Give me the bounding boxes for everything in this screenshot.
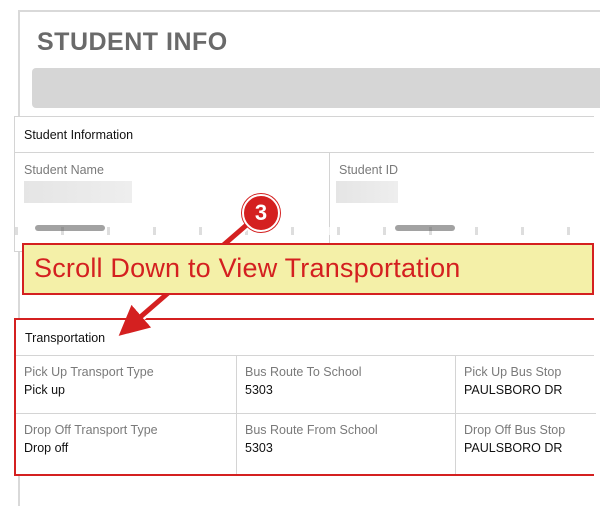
pick-up-bus-stop-field: Pick Up Bus Stop PAULSBORO DR (456, 356, 596, 414)
student-name-label: Student Name (24, 163, 104, 177)
bus-route-from-school-field: Bus Route From School 5303 (237, 414, 455, 472)
field-value: 5303 (245, 441, 273, 455)
step-number-badge: 3 (242, 194, 280, 232)
field-label: Bus Route From School (245, 423, 378, 437)
scroll-instruction-callout: Scroll Down to View Transportation (22, 243, 594, 295)
field-label: Pick Up Bus Stop (464, 365, 562, 379)
field-value: PAULSBORO DR (464, 441, 563, 455)
transportation-card: Transportation Pick Up Transport Type Pi… (14, 318, 596, 476)
student-information-grid: Student Name Student ID (15, 153, 595, 251)
field-value: PAULSBORO DR (464, 383, 563, 397)
transportation-header: Transportation (16, 320, 594, 356)
callout-text: Scroll Down to View Transportation (34, 253, 461, 283)
page-title: STUDENT INFO (37, 28, 228, 56)
field-value: Pick up (24, 383, 65, 397)
drop-off-transport-type-field: Drop Off Transport Type Drop off (16, 414, 236, 472)
column-divider (236, 356, 237, 474)
drop-off-bus-stop-field: Drop Off Bus Stop PAULSBORO DR (456, 414, 596, 472)
toolbar-bar (32, 68, 600, 108)
column-divider (455, 356, 456, 474)
student-name-field: Student Name (15, 153, 329, 251)
field-value: 5303 (245, 383, 273, 397)
field-value: Drop off (24, 441, 69, 455)
student-name-redacted-value (24, 181, 132, 203)
student-information-card: Student Information Student Name Student… (14, 116, 595, 252)
transportation-grid: Pick Up Transport Type Pick up Bus Route… (16, 356, 596, 474)
student-id-label: Student ID (339, 163, 399, 177)
obscured-content-blob (395, 225, 455, 231)
student-information-header: Student Information (15, 117, 594, 153)
table-row: Pick Up Transport Type Pick up Bus Route… (16, 356, 596, 414)
obscured-content-blob (35, 225, 105, 231)
bus-route-to-school-field: Bus Route To School 5303 (237, 356, 455, 414)
field-label: Drop Off Transport Type (24, 423, 158, 437)
table-row: Drop Off Transport Type Drop off Bus Rou… (16, 414, 596, 472)
student-id-redacted-value (336, 181, 398, 203)
field-label: Pick Up Transport Type (24, 365, 154, 379)
pick-up-transport-type-field: Pick Up Transport Type Pick up (16, 356, 236, 414)
field-label: Drop Off Bus Stop (464, 423, 566, 437)
field-label: Bus Route To School (245, 365, 362, 379)
student-id-field: Student ID (330, 153, 595, 251)
